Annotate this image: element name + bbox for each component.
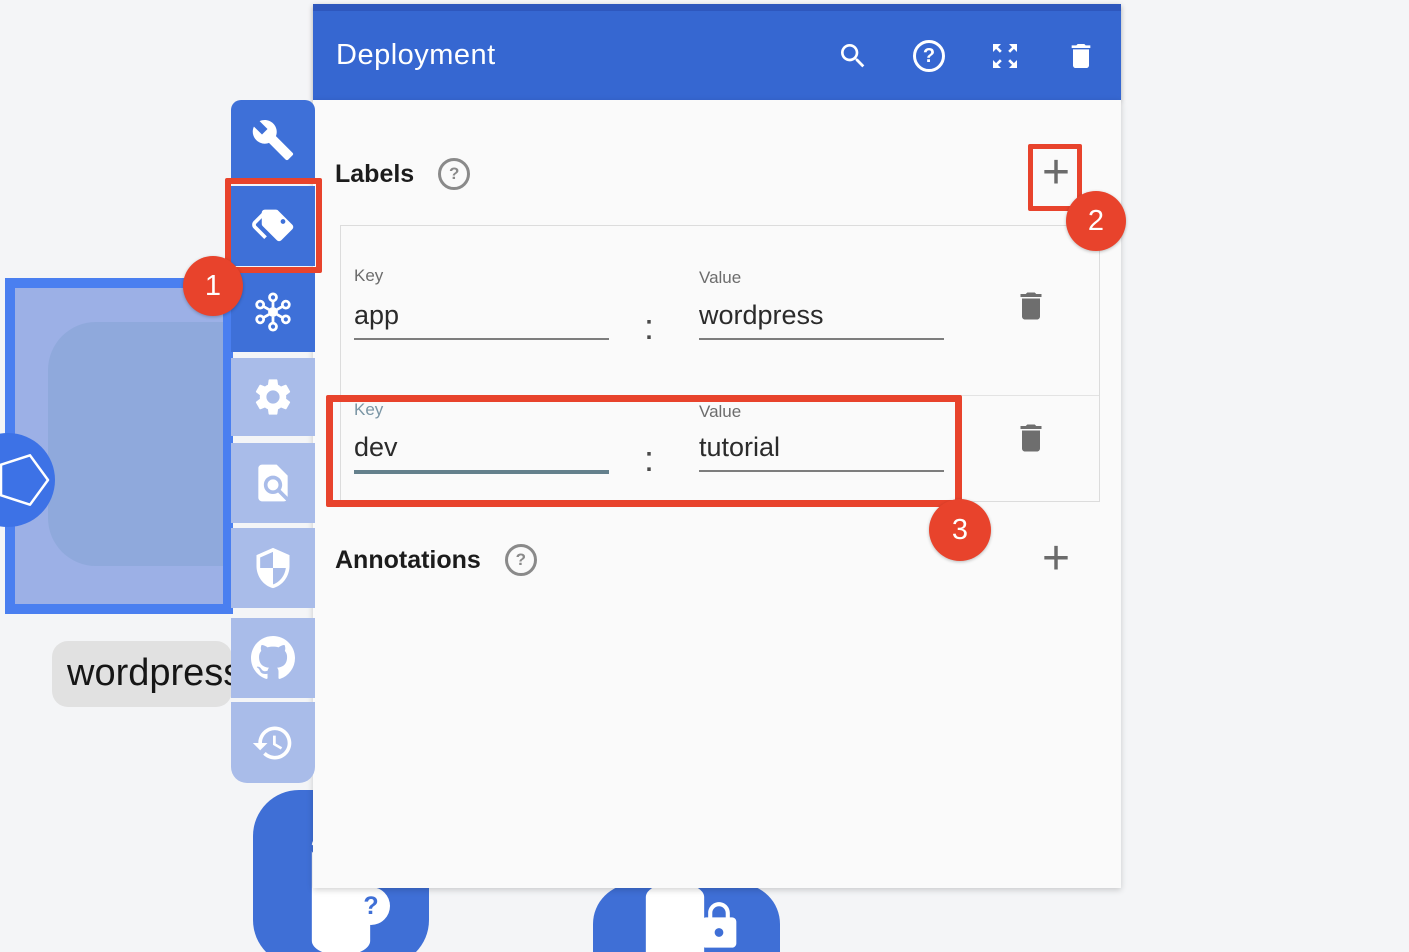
labels-help-icon[interactable]: ? — [438, 158, 470, 190]
pentagon-icon — [0, 433, 55, 527]
tutorial-step-badge: 1 — [183, 256, 243, 316]
labels-heading: Labels — [335, 160, 414, 189]
node-port-circle[interactable] — [0, 433, 55, 527]
gear-icon — [251, 375, 295, 419]
network-hub-icon — [251, 290, 295, 334]
lock-icon — [693, 900, 745, 952]
delete-label-row-button[interactable] — [1013, 420, 1053, 460]
toolbar-item-settings[interactable] — [231, 358, 315, 436]
shield-icon — [251, 546, 295, 590]
toolbar-item-network[interactable] — [231, 272, 315, 352]
trash-icon — [1013, 288, 1049, 324]
question-badge: ? — [352, 887, 390, 925]
annotations-heading: Annotations — [335, 546, 481, 575]
toolbar-item-github[interactable] — [231, 618, 315, 698]
add-annotation-button[interactable]: + — [1033, 538, 1079, 584]
toolbar-item-security[interactable] — [231, 528, 315, 608]
key-field-label: Key — [354, 266, 383, 286]
label-key-input[interactable] — [354, 300, 609, 340]
tutorial-highlight-new-row — [326, 395, 962, 507]
key-value-separator: : — [644, 306, 654, 348]
label-value-input[interactable] — [699, 300, 944, 340]
toolbar-item-inspect[interactable] — [231, 443, 315, 523]
annotations-help-icon[interactable]: ? — [505, 544, 537, 576]
node-label: wordpress — [52, 641, 232, 707]
wrench-icon — [251, 118, 295, 162]
help-icon[interactable]: ? — [913, 40, 945, 72]
value-field-label: Value — [699, 268, 741, 288]
file-search-icon — [251, 461, 295, 505]
tutorial-step-badge: 2 — [1066, 191, 1126, 251]
github-icon — [251, 636, 295, 680]
history-icon — [251, 721, 295, 765]
panel-title: Deployment — [336, 39, 496, 72]
delete-label-row-button[interactable] — [1013, 288, 1053, 328]
tutorial-highlight-labels-tool — [225, 178, 322, 273]
toolbar-item-tools[interactable] — [231, 100, 315, 180]
expand-button[interactable] — [989, 40, 1021, 72]
search-icon — [837, 40, 869, 72]
panel-header: Deployment ? — [313, 4, 1121, 100]
search-button[interactable] — [837, 40, 869, 72]
toolbar-item-history[interactable] — [231, 702, 315, 783]
expand-icon — [989, 40, 1021, 72]
pod-shape — [48, 322, 233, 566]
tutorial-step-badge: 3 — [929, 499, 991, 561]
trash-icon — [1013, 420, 1049, 456]
secret-db-icon[interactable] — [593, 884, 780, 952]
delete-node-button[interactable] — [1065, 40, 1097, 72]
trash-icon — [1065, 40, 1097, 72]
